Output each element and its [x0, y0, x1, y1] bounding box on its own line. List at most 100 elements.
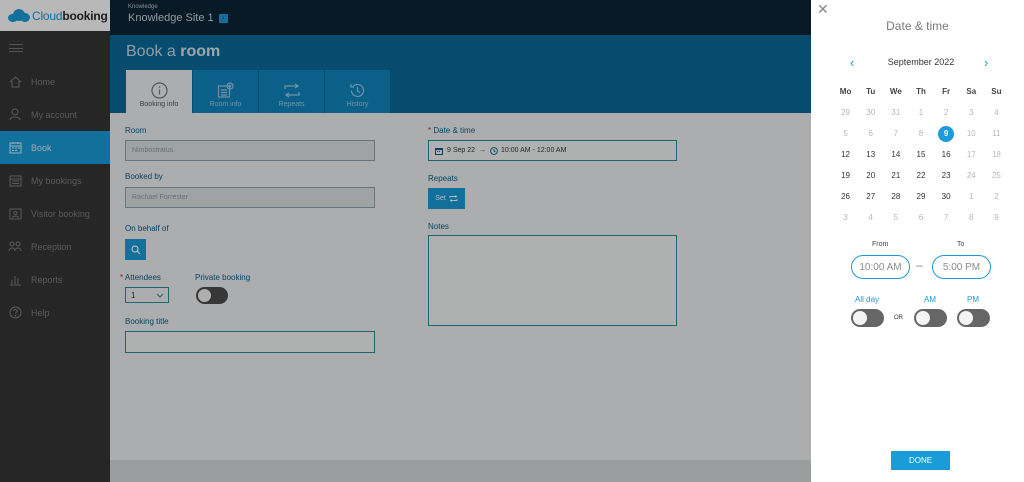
sidebar-item-label: My account	[31, 109, 78, 120]
calendar-day[interactable]: 30	[934, 192, 959, 201]
calendar-day-number: 5	[893, 213, 899, 222]
sidebar-item-visitor-booking[interactable]: Visitor booking	[0, 197, 110, 230]
tab-booking-info[interactable]: Booking info	[126, 70, 192, 113]
private-booking-toggle[interactable]	[196, 287, 228, 304]
calendar-day[interactable]: 29	[908, 192, 933, 201]
calendar-day[interactable]: 16	[934, 150, 959, 159]
calendar-day-number: 19	[841, 171, 851, 180]
notes-label: Notes	[428, 222, 449, 231]
from-label: From	[872, 241, 889, 248]
calendar-day-number: 31	[891, 108, 901, 117]
logo-prefix: Cloud	[32, 8, 63, 23]
datetime-field[interactable]: 9 Sep 22 → 10:00 AM - 12:00 AM	[428, 140, 677, 161]
pm-toggle[interactable]	[957, 309, 990, 327]
attendees-label-text: Attendees	[124, 273, 161, 282]
tab-label: Room info	[209, 101, 242, 108]
calendar-day[interactable]: 27	[858, 192, 883, 201]
calendar-day-number: 24	[966, 171, 976, 180]
calendar-day: 29	[833, 108, 858, 117]
sidebar-item-reception[interactable]: Reception	[0, 230, 110, 263]
calendar-day[interactable]: 28	[883, 192, 908, 201]
calendar-grid: Mo Tu We Th Fr Sa Su 29 30 31 1 2 3 4 5 6 7 8 9 10 11…	[833, 81, 1009, 228]
next-month-button[interactable]: ›	[984, 55, 988, 70]
room-label: Room	[125, 126, 147, 135]
all-day-toggle[interactable]	[851, 309, 884, 327]
logo-suffix: booking	[62, 8, 108, 23]
page-title: Book a room	[126, 43, 220, 61]
logo[interactable]: Cloudbooking	[0, 0, 110, 31]
calendar-week-row: 12 13 14 15 16 17 18	[833, 144, 1009, 165]
sidebar-item-my-bookings[interactable]: My bookings	[0, 164, 110, 197]
calendar-day-number: 6	[868, 129, 873, 138]
calendar-day: 8	[908, 129, 933, 138]
calendar-day[interactable]: 21	[883, 171, 908, 180]
chevron-right-icon: ›	[984, 55, 989, 70]
calendar-day: 5	[833, 129, 858, 138]
weekday-label: Su	[991, 87, 1002, 96]
calendar-day-number: 4	[994, 108, 999, 117]
toggle-knob	[916, 311, 930, 325]
main-content: Knowledge Knowledge Site 1 › Book a room…	[110, 0, 811, 482]
calendar-day[interactable]: 13	[858, 150, 883, 159]
booking-title-label: Booking title	[125, 317, 169, 326]
repeats-set-button[interactable]: Set	[428, 188, 465, 209]
calendar-day[interactable]: 15	[908, 150, 933, 159]
calendar-day-number: 13	[866, 150, 876, 159]
sidebar-item-help[interactable]: Help	[0, 296, 110, 329]
calendar-week-row: 19 20 21 22 23 24 25	[833, 165, 1009, 186]
attendees-select[interactable]: 1	[125, 287, 169, 303]
toggle-knob	[198, 289, 211, 302]
calendar-day: 24	[959, 171, 984, 180]
menu-toggle[interactable]	[0, 31, 110, 65]
calendar-day[interactable]: 23	[934, 171, 959, 180]
calendar-day: 30	[858, 108, 883, 117]
logo-text: Cloudbooking	[32, 9, 108, 23]
chevron-down-icon	[156, 293, 164, 298]
calendar-day-number: 26	[841, 192, 851, 201]
calendar-day[interactable]: 12	[833, 150, 858, 159]
all-day-label: All day	[855, 295, 880, 304]
tab-history[interactable]: History	[325, 70, 390, 113]
calendar-day: 4	[858, 213, 883, 222]
on-behalf-search-button[interactable]	[125, 239, 146, 260]
tab-repeats[interactable]: Repeats	[259, 70, 324, 113]
calendar-day-number: 4	[868, 213, 873, 222]
close-icon[interactable]: ✕	[817, 1, 829, 18]
calendar-day-number: 1	[918, 108, 924, 117]
help-icon	[8, 306, 22, 320]
set-button-label: Set	[435, 195, 446, 202]
sidebar-item-label: Book	[31, 142, 52, 153]
sidebar-item-home[interactable]: Home	[0, 65, 110, 98]
calendar-day-selected[interactable]: 9	[934, 125, 959, 142]
site-selector[interactable]: Knowledge Site 1 ›	[128, 12, 811, 24]
am-toggle[interactable]	[914, 309, 947, 327]
calendar-day-number: 9	[938, 125, 955, 142]
to-time-input[interactable]: 5:00 PM	[932, 255, 991, 279]
datetime-label: * Date & time	[428, 126, 475, 135]
calendar-day-number: 1	[969, 192, 974, 201]
calendar-icon	[435, 147, 443, 155]
panel-title: Date & time	[886, 19, 949, 33]
tab-room-info[interactable]: Room info	[193, 70, 258, 113]
sidebar-item-book[interactable]: Book	[0, 131, 110, 164]
calendar-day[interactable]: 22	[908, 171, 933, 180]
weekday-label: Tu	[866, 87, 876, 96]
calendar-day[interactable]: 20	[858, 171, 883, 180]
calendar-day[interactable]: 19	[833, 171, 858, 180]
sidebar-item-my-account[interactable]: My account	[0, 98, 110, 131]
toggle-knob	[959, 311, 973, 325]
booking-title-input[interactable]	[125, 331, 375, 353]
calendar-day: 3	[959, 108, 984, 117]
calendar-day: 10	[959, 129, 984, 138]
calendar-day[interactable]: 14	[883, 150, 908, 159]
sidebar-item-reports[interactable]: Reports	[0, 263, 110, 296]
done-button[interactable]: DONE	[891, 451, 950, 470]
repeats-label: Repeats	[428, 174, 458, 183]
calendar-day-number: 11	[992, 129, 1001, 138]
tab-label: Booking info	[139, 101, 179, 108]
calendar-day-number: 22	[916, 171, 926, 180]
calendar-week-row: 29 30 31 1 2 3 4	[833, 102, 1009, 123]
notes-textarea[interactable]	[428, 235, 677, 326]
from-time-input[interactable]: 10:00 AM	[851, 255, 910, 279]
calendar-day[interactable]: 26	[833, 192, 858, 201]
